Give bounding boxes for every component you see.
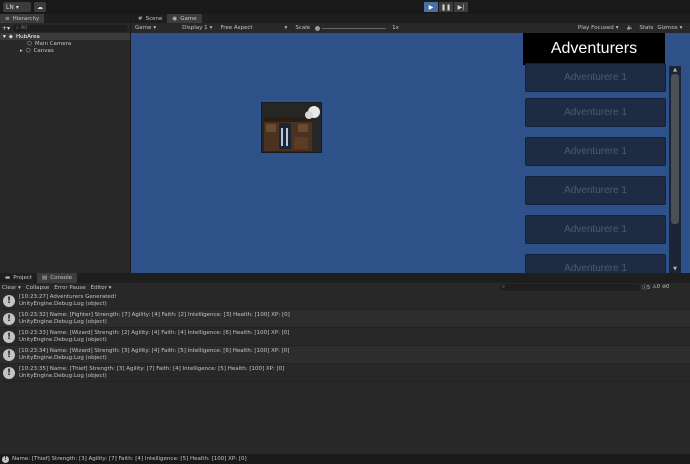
console-icon: ▤ (42, 275, 48, 281)
info-icon: ! (3, 366, 15, 379)
console-tabbar: ▬ Project ▤ Console (0, 273, 690, 283)
log-entry[interactable]: ! [10:23:27] Adventurers Generated! Unit… (0, 292, 690, 310)
scroll-down-icon[interactable]: ▼ (671, 266, 679, 272)
tree-item-main-camera[interactable]: ⬡ Main Camera (0, 40, 130, 47)
log-entry[interactable]: ! [10:23:33] Name: [Wizard] Strength: [2… (0, 328, 690, 346)
hub-area-sprite (261, 102, 322, 153)
hierarchy-panel: ≡ Hierarchy +▾ ⌕ All ▾ ◈ HubArea ⬡ Main … (0, 14, 131, 273)
mode-dropdown[interactable]: Game ▾ (131, 25, 160, 31)
expand-arrow-icon[interactable]: ▾ (3, 34, 6, 40)
play-focused-dropdown[interactable]: Play Focused ▾ (574, 25, 623, 31)
error-pause-button[interactable]: Error Pause (54, 285, 85, 291)
console-toolbar: Clear ▾ Collapse Error Pause Editor ▾ ⌕ … (0, 283, 690, 292)
chevron-down-icon: ▾ (15, 3, 19, 11)
console-search-input[interactable]: ⌕ (500, 284, 640, 291)
adventurer-card[interactable]: Adventurere 1 (525, 98, 666, 127)
gizmos-button[interactable]: Gizmos ▾ (655, 25, 684, 31)
slider-track[interactable] (322, 27, 387, 29)
account-dropdown[interactable]: LN ▾ (3, 2, 31, 12)
tab-scene[interactable]: # Scene (133, 14, 167, 23)
scroll-up-icon[interactable]: ▲ (671, 67, 679, 73)
scene-icon: # (138, 15, 143, 22)
game-icon: ◉ (172, 15, 178, 22)
search-icon: ⌕ (502, 284, 506, 290)
tab-project[interactable]: ▬ Project (0, 273, 37, 283)
chevron-down-icon: ▾ (209, 25, 213, 31)
scrollbar-thumb[interactable] (671, 74, 679, 224)
chevron-down-icon: ▾ (284, 25, 288, 31)
adventurer-card[interactable]: Adventurere 1 (525, 254, 666, 273)
warning-filter-toggle[interactable]: ⚠0 (652, 284, 660, 291)
info-filter-toggle[interactable]: ⓘ5 (642, 284, 650, 291)
step-icon[interactable]: ▶| (454, 2, 468, 12)
tab-console[interactable]: ▤ Console (37, 273, 78, 283)
status-message[interactable]: Name: [Thief] Strength: [3] Agility: [7]… (12, 456, 247, 462)
info-icon: ! (3, 312, 15, 325)
info-icon: ! (2, 455, 9, 463)
list-icon: ≡ (5, 15, 10, 22)
play-icon[interactable]: ▶ (424, 2, 438, 12)
tree-item-hubarea[interactable]: ▾ ◈ HubArea (0, 33, 130, 40)
play-controls: ▶ ❚❚ ▶| (424, 2, 468, 12)
hierarchy-search-input[interactable]: ⌕ All (13, 24, 128, 32)
expand-arrow-icon[interactable]: ▸ (20, 48, 23, 54)
display-dropdown[interactable]: Display 1 ▾ (178, 25, 216, 31)
error-filter-toggle[interactable]: ⊘0 (662, 284, 669, 291)
clear-button[interactable]: Clear ▾ (2, 285, 21, 291)
adventurers-header: Adventurers (523, 33, 665, 65)
collapse-button[interactable]: Collapse (26, 285, 49, 291)
chevron-down-icon: ▾ (615, 25, 619, 31)
log-counters: ⓘ5 ⚠0 ⊘0 (642, 284, 669, 291)
adventurer-card[interactable]: Adventurere 1 (525, 176, 666, 205)
game-toolbar: Game ▾ Display 1 ▾ Free Aspect ▾ Scale 1x P… (131, 23, 690, 33)
status-bar: ! Name: [Thief] Strength: [3] Agility: [… (0, 454, 690, 464)
gameobject-icon: ⬡ (27, 40, 32, 47)
slider-knob[interactable] (315, 25, 321, 31)
building-illustration (264, 106, 320, 151)
mute-audio-icon[interactable]: 🔈 (622, 25, 637, 31)
log-entry[interactable]: ! [10:23:32] Name: [Fighter] Strength: [… (0, 310, 690, 328)
view-tabbar: # Scene ◉ Game (131, 14, 690, 23)
gameobject-icon: ⬡ (25, 47, 31, 54)
stats-button[interactable]: Stats (637, 25, 655, 31)
unity-scene-icon: ◈ (8, 33, 13, 40)
info-icon: ! (3, 330, 15, 343)
tab-game[interactable]: ◉ Game (167, 14, 202, 23)
cloud-icon[interactable]: ☁ (34, 2, 46, 12)
adventurer-card[interactable]: Adventurere 1 (525, 137, 666, 166)
info-icon: ! (3, 294, 15, 307)
log-entry[interactable]: ! [10:23:35] Name: [Thief] Strength: [3]… (0, 364, 690, 382)
aspect-dropdown[interactable]: Free Aspect ▾ (216, 25, 291, 31)
tab-hierarchy[interactable]: ≡ Hierarchy (0, 14, 45, 23)
info-icon: ! (3, 348, 15, 361)
tree-item-canvas[interactable]: ▸ ⬡ Canvas (0, 47, 130, 54)
pause-icon[interactable]: ❚❚ (439, 2, 453, 12)
adventurer-scrollbar[interactable]: ▲ ▼ (669, 66, 681, 273)
chevron-down-icon: ▾ (679, 25, 683, 31)
adventurer-card[interactable]: Adventurere 1 (525, 63, 666, 92)
search-icon: ⌕ (16, 25, 19, 31)
console-log[interactable]: ! [10:23:27] Adventurers Generated! Unit… (0, 292, 690, 454)
main-toolbar: LN ▾ ☁ ▶ ❚❚ ▶| (0, 0, 690, 14)
game-view[interactable]: Adventurers Adventurere 1 Adventurere 1 … (131, 33, 690, 273)
folder-icon: ▬ (5, 275, 11, 281)
editor-dropdown[interactable]: Editor ▾ (91, 285, 112, 291)
adventurer-card[interactable]: Adventurere 1 (525, 215, 666, 244)
add-icon[interactable]: +▾ (2, 25, 10, 32)
account-label: LN (6, 3, 14, 11)
chevron-down-icon: ▾ (153, 25, 157, 31)
log-entry[interactable]: ! [10:23:34] Name: [Wizard] Strength: [3… (0, 346, 690, 364)
scale-slider[interactable]: Scale 1x (291, 25, 403, 31)
